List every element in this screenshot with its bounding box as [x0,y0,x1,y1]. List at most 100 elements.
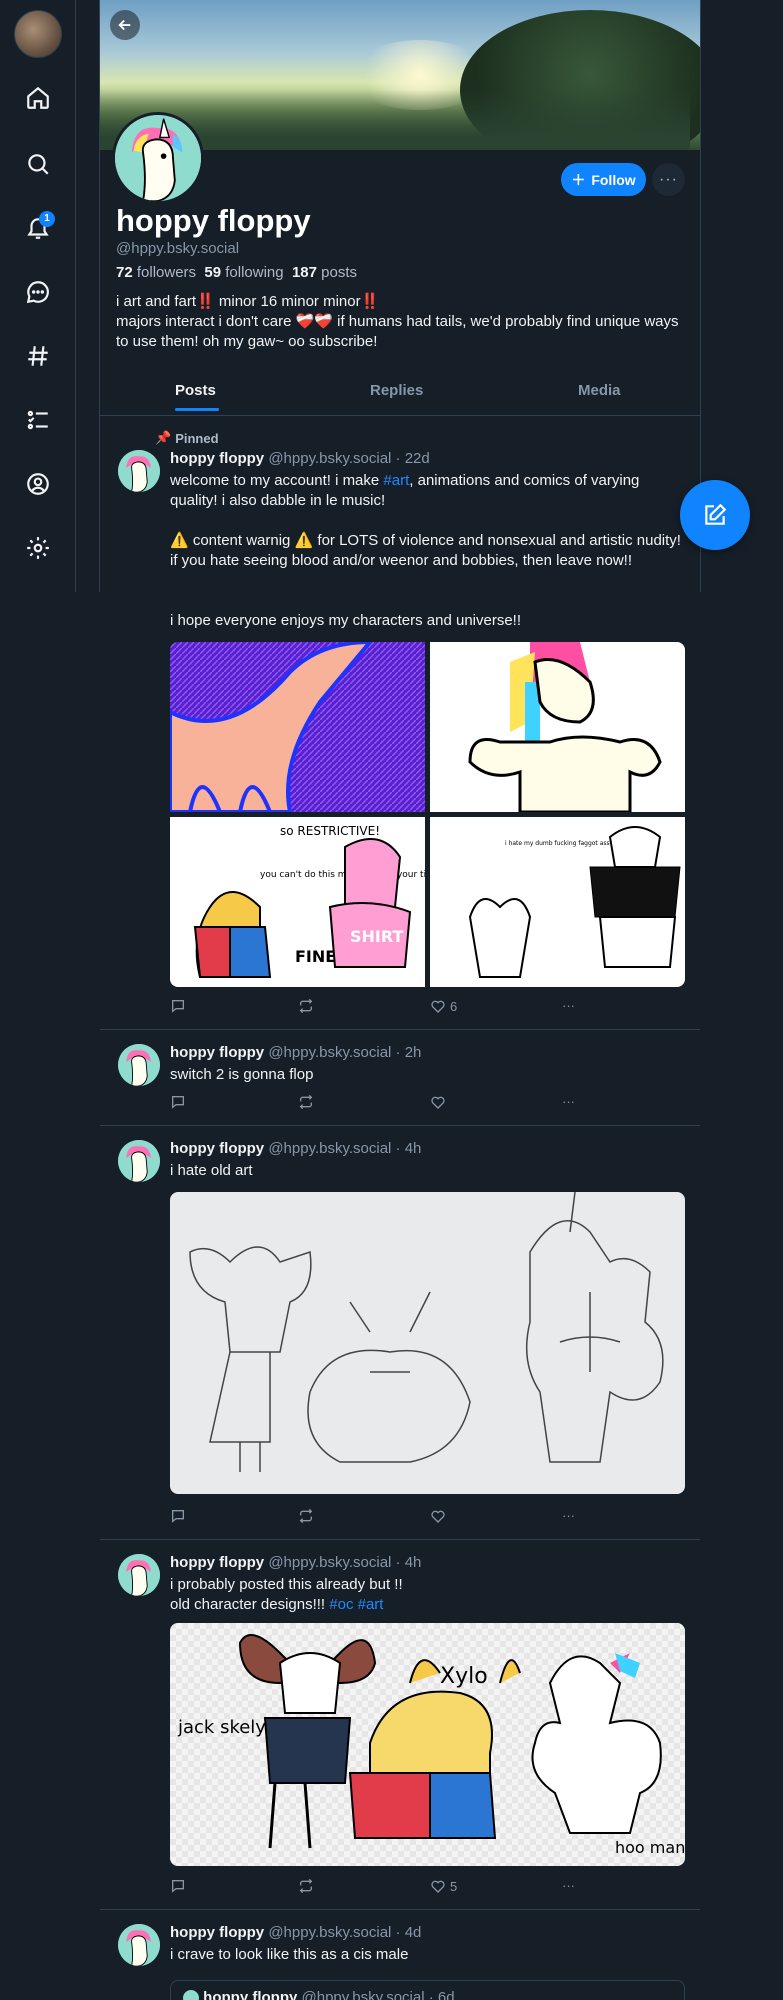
followers-link[interactable]: 72 followers [116,264,196,281]
hashtag-icon[interactable] [18,336,58,376]
like-button[interactable]: 6 [430,998,457,1014]
post-header: hoppy floppy @hppy.bsky.social · 2h [170,1044,421,1061]
search-icon[interactable] [18,144,58,184]
post-avatar[interactable] [118,1554,160,1596]
quote-meta: @hppy.bsky.social · 6d [301,1989,455,2000]
heart-icon [431,1000,445,1013]
reply-icon [172,1880,184,1893]
hashtag-link[interactable]: #art [383,472,409,489]
display-name: hoppy floppy [116,203,311,238]
heart-icon [431,1510,445,1523]
post-meta: @hppy.bsky.social · 2h [268,1044,422,1061]
post-image[interactable]: jack skely Xylo hoo mane [170,1623,685,1866]
repost-button[interactable] [298,998,314,1014]
left-nav: 1 [0,0,76,592]
post-author[interactable]: hoppy floppy [170,1044,264,1061]
repost-icon [299,1508,313,1524]
posts-count: 187 posts [291,264,358,281]
post-header: hoppy floppy @hppy.bsky.social · 4h [170,1554,421,1571]
post-image[interactable]: i hate my dumb fucking faggot ass [430,817,685,987]
hashtag-link[interactable]: #art [358,1596,384,1613]
settings-icon[interactable] [18,528,58,568]
post-image[interactable] [170,642,425,812]
post-header: hoppy floppy @hppy.bsky.social · 22d [170,450,430,467]
post-avatar[interactable] [118,1044,160,1086]
repost-button[interactable] [298,1094,314,1110]
drawing-text: Xylo [440,1664,488,1689]
quoted-post[interactable]: hoppy floppy @hppy.bsky.social · 6d [170,1980,685,2000]
post-meta: @hppy.bsky.social · 22d [268,450,430,467]
plus-icon: ＋ [571,171,586,188]
tab-replies[interactable]: Replies [370,382,423,399]
post[interactable]: hoppy floppy @hppy.bsky.social · 22d wel… [100,416,700,1030]
drawing-text: so RESTRICTIVE! [280,824,380,838]
back-button[interactable] [110,10,140,40]
tab-posts[interactable]: Posts [175,382,216,399]
post-avatar[interactable] [118,1140,160,1182]
chat-icon[interactable] [18,272,58,312]
repost-icon [299,1878,313,1894]
drawing-text: i hate my dumb fucking faggot ass [505,840,610,847]
post-image[interactable] [430,642,685,814]
reply-button[interactable] [170,998,186,1014]
reply-button[interactable] [170,1878,186,1894]
reply-button[interactable] [170,1094,186,1110]
post-meta: @hppy.bsky.social · 4d [268,1924,422,1941]
notifications-icon[interactable]: 1 [18,208,58,248]
post-author[interactable]: hoppy floppy [170,450,264,467]
like-button[interactable] [430,1508,446,1524]
heart-icon [431,1880,445,1893]
post-text: i probably posted this already but !! ol… [170,1576,403,1613]
post[interactable]: hoppy floppy @hppy.bsky.social · 4h i ha… [100,1126,700,1540]
drawing-text: hoo mane [615,1838,685,1857]
my-avatar[interactable] [14,10,62,58]
post-header: hoppy floppy @hppy.bsky.social · 4d [170,1924,421,1941]
home-icon[interactable] [18,78,58,118]
post-more-button[interactable]: ··· [562,998,575,1013]
like-button[interactable]: 5 [430,1878,457,1894]
quote-author: hoppy floppy [203,1989,298,2000]
bio-line: majors interact i don't care ❤️‍🩹❤️‍🩹 if… [116,313,679,350]
drawing-text: you can't do this mission with your tits… [260,870,425,880]
like-button[interactable] [430,1094,446,1110]
post-image[interactable] [170,1192,685,1494]
post-author[interactable]: hoppy floppy [170,1554,264,1571]
post-text: welcome to my account! i make #art, anim… [170,472,640,509]
post-author[interactable]: hoppy floppy [170,1140,264,1157]
arrow-left-icon [118,19,131,31]
post-meta: @hppy.bsky.social · 4h [268,1140,422,1157]
profile-handle: @hppy.bsky.social [116,240,240,257]
list-icon[interactable] [18,400,58,440]
repost-button[interactable] [298,1508,314,1524]
profile-avatar[interactable] [112,112,204,204]
post-avatar[interactable] [118,1924,160,1966]
notification-badge: 1 [39,211,55,227]
more-options-button[interactable]: ··· [652,163,685,196]
repost-button[interactable] [298,1878,314,1894]
post-more-button[interactable]: ··· [562,1094,575,1109]
follow-button[interactable]: ＋ Follow [561,163,646,196]
like-count: 5 [450,1878,458,1894]
active-tab-indicator [175,408,219,411]
post-text: i hope everyone enjoys my characters and… [170,612,522,629]
post-image[interactable]: so RESTRICTIVE! you can't do this missio… [170,817,456,987]
post[interactable]: hoppy floppy @hppy.bsky.social · 2h swit… [100,1030,700,1126]
post-author[interactable]: hoppy floppy [170,1924,264,1941]
post-more-button[interactable]: ··· [562,1508,575,1523]
profile-icon[interactable] [18,464,58,504]
post-avatar[interactable] [118,450,160,492]
repost-icon [299,1094,313,1110]
hashtag-link[interactable]: #oc [329,1596,353,1613]
post[interactable]: hoppy floppy @hppy.bsky.social · 4h i pr… [100,1540,700,1910]
following-link[interactable]: 59 following [204,264,283,281]
image-grid: so RESTRICTIVE! you can't do this missio… [170,642,685,987]
post-actions: ··· [170,1094,690,1112]
tab-media[interactable]: Media [578,382,621,399]
reply-button[interactable] [170,1508,186,1524]
post-more-button[interactable]: ··· [562,1878,575,1893]
post-actions: 6 ··· [170,998,690,1016]
bio-line: i art and fart‼️ minor 16 minor minor‼️ [116,293,380,310]
heart-icon [431,1096,445,1109]
post-actions: 5 ··· [170,1878,690,1896]
post[interactable]: hoppy floppy @hppy.bsky.social · 4d i cr… [100,1910,700,2000]
